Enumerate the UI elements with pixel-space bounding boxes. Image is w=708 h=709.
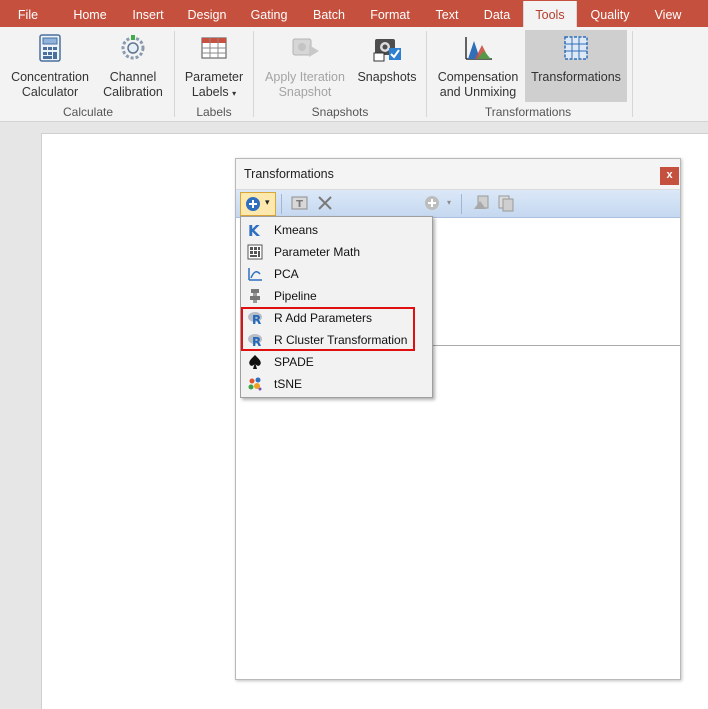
apply-iteration-snapshot-button[interactable]: Apply Iteration Snapshot	[260, 33, 350, 103]
spade-icon	[249, 355, 261, 369]
snapshots-label: Snapshots	[357, 70, 417, 84]
calculator-grid-icon	[247, 244, 263, 260]
menu-item-pipeline[interactable]: Pipeline	[241, 285, 432, 307]
group-divider	[632, 31, 633, 117]
compensation-label-line1: Compensation	[437, 70, 519, 84]
tab-file[interactable]: File	[8, 0, 48, 27]
menu-item-label: PCA	[274, 267, 299, 281]
compensation-unmixing-button[interactable]: Compensation and Unmixing	[434, 33, 522, 103]
kmeans-icon: K	[248, 222, 261, 238]
menu-item-label: Pipeline	[274, 289, 317, 303]
highlight-box	[241, 307, 415, 351]
compensation-histogram-icon	[465, 37, 492, 60]
calibration-dial-icon	[121, 35, 145, 60]
dropdown-arrow-icon: ▾	[447, 198, 452, 207]
menu-item-tsne[interactable]: tSNE	[241, 373, 432, 395]
table-grid-icon	[201, 37, 227, 59]
tab-view[interactable]: View	[646, 0, 690, 27]
add-transformation-dropdown-button[interactable]: ▾	[240, 192, 276, 216]
tab-quality[interactable]: Quality	[584, 0, 636, 27]
apply-label-line1: Apply Iteration	[265, 70, 345, 84]
panel-title-bar[interactable]: Transformations x	[236, 159, 680, 190]
tab-design[interactable]: Design	[180, 0, 234, 27]
transformation-list-area[interactable]	[432, 218, 680, 346]
camera-snapshot-icon	[373, 39, 401, 62]
group-label-labels: Labels	[196, 105, 232, 119]
compensation-label-line2: and Unmixing	[439, 85, 517, 99]
group-label-transformations: Transformations	[484, 105, 572, 119]
rename-icon[interactable]: T	[291, 193, 309, 213]
concentration-calculator-button[interactable]: Concentration Calculator	[6, 33, 94, 103]
panel-toolbar: ▾ T ▾	[236, 190, 680, 218]
menu-item-kmeans[interactable]: K Kmeans	[241, 219, 432, 241]
svg-text:K: K	[248, 222, 261, 238]
menu-item-label: tSNE	[274, 377, 303, 391]
copy-icon[interactable]	[497, 193, 515, 213]
transformations-button[interactable]: Transformations	[525, 30, 627, 102]
menu-item-pca[interactable]: PCA	[241, 263, 432, 285]
menu-item-parameter-math[interactable]: Parameter Math	[241, 241, 432, 263]
dropdown-arrow-icon: ▾	[232, 89, 237, 98]
menu-item-label: Parameter Math	[274, 245, 361, 259]
toolbar-separator	[281, 194, 282, 214]
tab-format[interactable]: Format	[362, 0, 418, 27]
tab-tools[interactable]: Tools	[523, 1, 577, 28]
channel-label-line2: Calibration	[103, 85, 163, 99]
ribbon: Concentration Calculator Channel Calibra…	[0, 27, 708, 122]
close-button[interactable]: x	[660, 167, 679, 185]
concentration-label-line2: Calculator	[21, 85, 79, 99]
left-gutter	[0, 123, 41, 709]
menu-item-label: Kmeans	[274, 223, 319, 237]
parameter-labels-button[interactable]: Parameter Labels ▾	[180, 33, 248, 103]
transformations-grid-icon	[564, 36, 588, 60]
parameter-label-line1: Parameter	[184, 70, 244, 84]
move-up-icon[interactable]	[472, 193, 490, 213]
calculator-icon	[39, 34, 61, 62]
group-divider	[174, 31, 175, 117]
tab-data[interactable]: Data	[476, 0, 518, 27]
delete-icon[interactable]	[316, 193, 334, 213]
channel-label-line1: Channel	[109, 70, 157, 84]
parameter-label-line2: Labels	[191, 85, 229, 99]
group-divider	[426, 31, 427, 117]
tsne-icon	[248, 377, 262, 391]
svg-text:T: T	[296, 199, 303, 210]
plus-circle-icon	[246, 197, 260, 211]
menu-item-spade[interactable]: SPADE	[241, 351, 432, 373]
menu-item-label: SPADE	[274, 355, 314, 369]
channel-calibration-button[interactable]: Channel Calibration	[98, 33, 168, 103]
group-label-calculate: Calculate	[62, 105, 114, 119]
apply-label-line2: Snapshot	[278, 85, 332, 99]
tab-gating[interactable]: Gating	[242, 0, 296, 27]
tab-home[interactable]: Home	[64, 0, 116, 27]
tab-text[interactable]: Text	[428, 0, 466, 27]
add-disabled-icon[interactable]	[424, 193, 442, 213]
apply-snapshot-icon	[292, 38, 319, 57]
panel-title: Transformations	[244, 167, 334, 181]
tab-insert[interactable]: Insert	[124, 0, 172, 27]
pca-icon	[248, 268, 262, 281]
ribbon-tab-bar: File Home Insert Design Gating Batch For…	[0, 0, 708, 28]
group-divider	[253, 31, 254, 117]
toolbar-separator	[461, 194, 462, 214]
tab-batch[interactable]: Batch	[304, 0, 354, 27]
pipeline-icon	[250, 289, 260, 303]
transformations-label: Transformations	[531, 70, 621, 84]
snapshots-button[interactable]: Snapshots	[354, 33, 420, 103]
dropdown-arrow-icon: ▾	[265, 197, 270, 207]
group-label-snapshots: Snapshots	[311, 105, 369, 119]
concentration-label-line1: Concentration	[11, 70, 89, 84]
